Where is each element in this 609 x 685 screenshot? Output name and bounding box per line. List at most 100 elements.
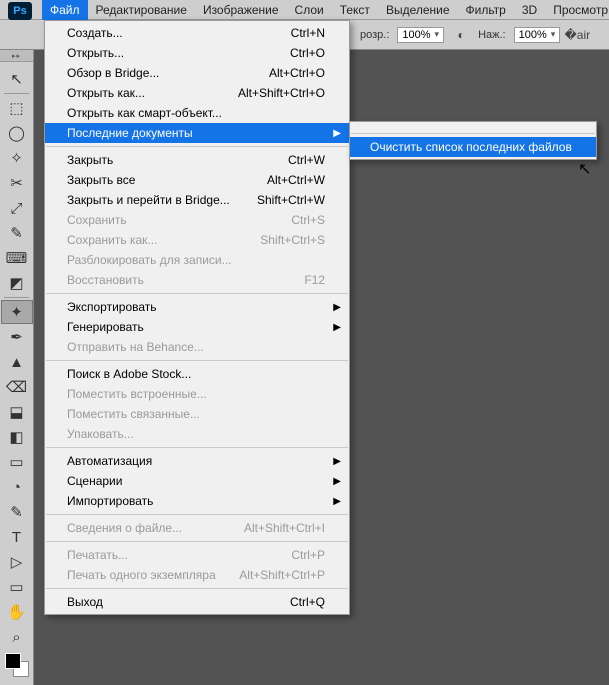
menu-item-label: Поместить встроенные...	[67, 387, 325, 401]
menu-item: Отправить на Behance...	[45, 337, 349, 357]
tool-separator	[4, 93, 29, 94]
menu-item[interactable]: Экспортировать▶	[45, 297, 349, 317]
submenu-separator	[351, 133, 595, 134]
menu-item-label: Импортировать	[67, 494, 325, 508]
tool-21[interactable]: ✋	[1, 600, 33, 624]
tool-20[interactable]: ▭	[1, 575, 33, 599]
tool-19[interactable]: ▷	[1, 550, 33, 574]
menu-item[interactable]: Сценарии▶	[45, 471, 349, 491]
tool-icon: ↖	[10, 70, 23, 88]
tool-14[interactable]: ◧	[1, 425, 33, 449]
tool-3[interactable]: ✧	[1, 146, 33, 170]
tool-2[interactable]: ◯	[1, 121, 33, 145]
menu-текст[interactable]: Текст	[332, 0, 378, 20]
menu-item-shortcut: Ctrl+S	[279, 213, 325, 227]
menu-item[interactable]: Генерировать▶	[45, 317, 349, 337]
menu-item-label: Восстановить	[67, 273, 292, 287]
tool-18[interactable]: T	[1, 525, 33, 549]
menu-separator	[46, 447, 348, 448]
tool-9[interactable]: ✦	[1, 300, 33, 324]
submenu-arrow-icon: ▶	[333, 322, 341, 333]
menu-item-shortcut: Shift+Ctrl+S	[248, 233, 325, 247]
toolbox: ↖⬚◯✧✂⤢✎⌨◩✦✒▲⌫⬓◧▭◔✎T▷▭✋⌕	[0, 62, 34, 685]
menu-item: Упаковать...	[45, 424, 349, 444]
tool-10[interactable]: ✒	[1, 325, 33, 349]
menu-выделение[interactable]: Выделение	[378, 0, 458, 20]
menu-separator	[46, 293, 348, 294]
tool-0[interactable]: ↖	[1, 67, 33, 91]
tool-icon: ◩	[9, 274, 23, 292]
tool-icon: ✦	[10, 303, 23, 321]
menu-item[interactable]: Поиск в Adobe Stock...	[45, 364, 349, 384]
menu-item-label: Сценарии	[67, 474, 325, 488]
menu-item[interactable]: Последние документы▶	[45, 123, 349, 143]
tool-5[interactable]: ⤢	[1, 196, 33, 220]
tool-icon: ◔	[12, 479, 21, 496]
opacity-field[interactable]: 100%	[397, 27, 444, 43]
recent-file-item[interactable]	[350, 124, 596, 130]
submenu-arrow-icon: ▶	[333, 302, 341, 313]
menu-item[interactable]: ВыходCtrl+Q	[45, 592, 349, 612]
menu-item-label: Открыть как...	[67, 86, 226, 100]
menu-item-shortcut: F12	[292, 273, 325, 287]
menu-слои[interactable]: Слои	[287, 0, 332, 20]
fg-color-swatch[interactable]	[5, 653, 21, 669]
submenu-arrow-icon: ▶	[333, 496, 341, 507]
tool-1[interactable]: ⬚	[1, 96, 33, 120]
menu-item[interactable]: Закрыть всеAlt+Ctrl+W	[45, 170, 349, 190]
tool-11[interactable]: ▲	[1, 350, 33, 374]
tool-7[interactable]: ⌨	[1, 246, 33, 270]
clear-recent-files[interactable]: Очистить список последних файлов	[350, 137, 596, 157]
tool-8[interactable]: ◩	[1, 271, 33, 295]
menu-item-label: Последние документы	[67, 126, 325, 140]
menu-item-label: Печать одного экземпляра	[67, 568, 227, 582]
menu-item[interactable]: Открыть...Ctrl+O	[45, 43, 349, 63]
menu-редактирование[interactable]: Редактирование	[88, 0, 195, 20]
menu-3d[interactable]: 3D	[514, 0, 545, 20]
menu-item-label: Сохранить	[67, 213, 279, 227]
menu-item[interactable]: Импортировать ▶	[45, 491, 349, 511]
menu-item[interactable]: Автоматизация▶	[45, 451, 349, 471]
tool-6[interactable]: ✎	[1, 221, 33, 245]
menu-item-label: Открыть...	[67, 46, 278, 60]
tool-16[interactable]: ◔	[1, 475, 33, 499]
menu-item: Разблокировать для записи...	[45, 250, 349, 270]
tool-15[interactable]: ▭	[1, 450, 33, 474]
menu-item-label: Упаковать...	[67, 427, 325, 441]
menu-item: ВосстановитьF12	[45, 270, 349, 290]
menu-item-label: Обзор в Bridge...	[67, 66, 257, 80]
menu-item[interactable]: ЗакрытьCtrl+W	[45, 150, 349, 170]
menu-item[interactable]: Обзор в Bridge...Alt+Ctrl+O	[45, 63, 349, 83]
menu-item-shortcut: Alt+Shift+Ctrl+O	[226, 86, 325, 100]
tool-13[interactable]: ⬓	[1, 400, 33, 424]
menu-item: СохранитьCtrl+S	[45, 210, 349, 230]
pressure-opacity-icon[interactable]: ◐	[452, 26, 470, 44]
menu-item-label: Сведения о файле...	[67, 521, 232, 535]
menu-файл[interactable]: Файл	[42, 0, 88, 20]
menu-item[interactable]: Закрыть и перейти в Bridge...Shift+Ctrl+…	[45, 190, 349, 210]
menu-item[interactable]: Открыть как смарт-объект...	[45, 103, 349, 123]
airbrush-icon[interactable]: �air	[568, 26, 586, 44]
tool-icon: T	[12, 529, 21, 546]
app-logo: Ps	[8, 2, 32, 20]
tool-icon: ✎	[10, 503, 23, 521]
menu-item[interactable]: Создать...Ctrl+N	[45, 23, 349, 43]
tool-17[interactable]: ✎	[1, 500, 33, 524]
menu-изображение[interactable]: Изображение	[195, 0, 287, 20]
menu-фильтр[interactable]: Фильтр	[458, 0, 514, 20]
menu-item-label: Печатать...	[67, 548, 279, 562]
flow-field[interactable]: 100%	[514, 27, 561, 43]
menu-item-shortcut: Alt+Ctrl+W	[255, 173, 325, 187]
opacity-label: розр.:	[360, 29, 389, 41]
tool-4[interactable]: ✂	[1, 171, 33, 195]
tool-icon: ✒	[10, 328, 23, 346]
menu-item-shortcut: Shift+Ctrl+W	[245, 193, 325, 207]
color-swatches[interactable]	[5, 653, 29, 677]
tool-icon: ⌨	[6, 249, 28, 267]
menu-просмотр[interactable]: Просмотр	[545, 0, 609, 20]
menu-separator	[46, 360, 348, 361]
menu-item-shortcut: Alt+Shift+Ctrl+P	[227, 568, 325, 582]
tool-12[interactable]: ⌫	[1, 375, 33, 399]
tool-22[interactable]: ⌕	[1, 625, 33, 649]
menu-item[interactable]: Открыть как...Alt+Shift+Ctrl+O	[45, 83, 349, 103]
